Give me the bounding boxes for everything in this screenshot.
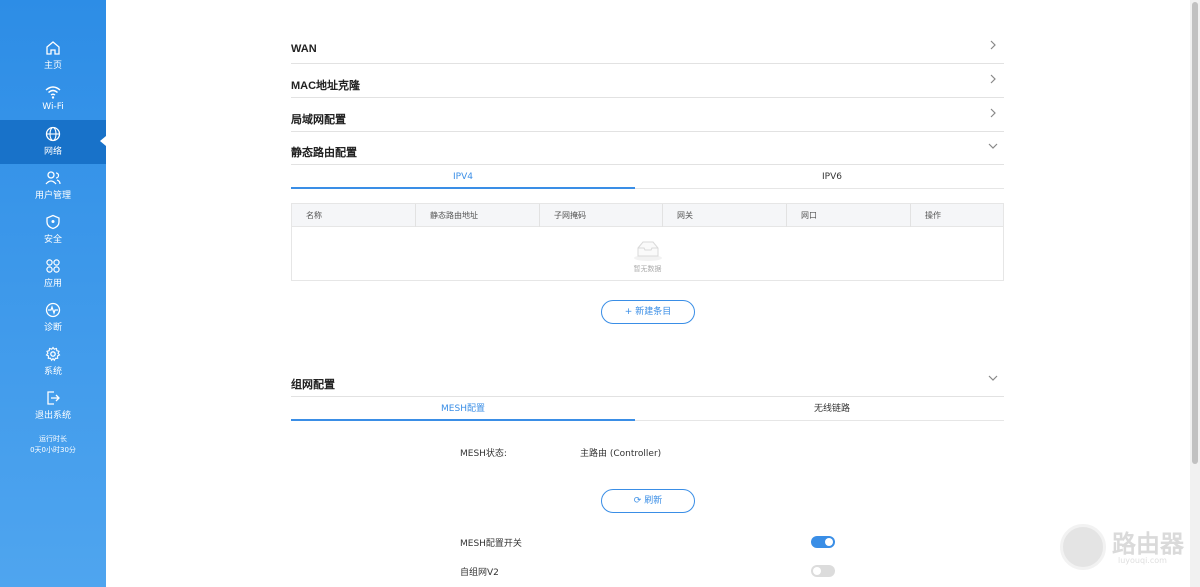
section-static-route[interactable]: 静态路由配置 <box>291 131 1004 165</box>
mesh-v2-toggle[interactable] <box>811 565 835 577</box>
tab-mesh-config[interactable]: MESH配置 <box>291 397 635 421</box>
column-header-route-address: 静态路由地址 <box>416 204 540 227</box>
empty-box-icon <box>633 241 662 261</box>
uptime-label: 运行时长 <box>39 435 67 443</box>
sidebar-item-label: 安全 <box>43 235 62 245</box>
mesh-status-label: MESH状态: <box>460 449 507 459</box>
section-title: MAC地址克隆 <box>291 79 361 92</box>
tab-wireless-link[interactable]: 无线链路 <box>660 397 1004 421</box>
toggle-knob <box>813 567 821 575</box>
sidebar-item-diagnostics[interactable]: 诊断 <box>0 296 106 340</box>
watermark-title: 路由器 <box>1112 530 1184 558</box>
sidebar-item-home[interactable]: 主页 <box>0 34 106 78</box>
sidebar-item-logout[interactable]: 退出系统 <box>0 384 106 428</box>
mesh-switch-label: MESH配置开关 <box>460 539 522 549</box>
sidebar-item-wifi[interactable]: Wi-Fi <box>0 78 106 122</box>
sidebar-item-label: 主页 <box>43 61 62 71</box>
tab-ipv4[interactable]: IPV4 <box>291 165 635 189</box>
chevron-down-icon <box>988 375 998 381</box>
sidebar-item-security[interactable]: 安全 <box>0 208 106 252</box>
refresh-icon: ⟳ <box>633 496 645 506</box>
wifi-icon <box>45 86 61 99</box>
mesh-status-value: 主路由 (Controller) <box>580 449 662 459</box>
refresh-label: 刷新 <box>644 496 663 506</box>
globe-icon <box>45 126 61 142</box>
uptime: 运行时长 0天0小时30分 <box>0 434 106 456</box>
section-mesh-network[interactable]: 组网配置 <box>291 363 1004 397</box>
empty-text: 暂无数据 <box>633 265 662 273</box>
sidebar-item-apps[interactable]: 应用 <box>0 252 106 296</box>
table-header: 名称 静态路由地址 子网掩码 网关 网口 操作 <box>292 204 1003 227</box>
mesh-v2-label: 自组网V2 <box>460 568 499 578</box>
sidebar-item-label: Wi-Fi <box>42 102 64 112</box>
logout-icon <box>47 391 60 405</box>
sidebar-item-system[interactable]: 系统 <box>0 340 106 384</box>
section-wan[interactable]: WAN <box>291 30 1004 64</box>
refresh-button[interactable]: ⟳ 刷新 <box>601 489 695 513</box>
sidebar-item-label: 退出系统 <box>34 411 71 421</box>
sidebar-item-label: 用户管理 <box>34 191 71 201</box>
sidebar-item-label: 应用 <box>43 279 62 289</box>
watermark: 路由器 luyouqi.com <box>1060 522 1190 572</box>
sidebar-item-network[interactable]: 网络 <box>0 120 106 164</box>
uptime-value: 0天0小时30分 <box>30 446 76 454</box>
users-icon <box>45 171 61 185</box>
section-title: 静态路由配置 <box>291 146 357 159</box>
add-entry-label: 新建条目 <box>635 307 672 317</box>
watermark-subtitle: luyouqi.com <box>1118 556 1167 565</box>
sidebar: 主页 Wi-Fi 网络 用户管理 安全 应用 诊断 系统 退出系统 运行时长 0… <box>0 0 106 587</box>
column-header-port: 网口 <box>787 204 911 227</box>
shield-icon <box>46 214 60 230</box>
column-header-gateway: 网关 <box>663 204 787 227</box>
chevron-right-icon <box>990 74 996 84</box>
sidebar-item-label: 诊断 <box>43 323 62 333</box>
tab-ipv6[interactable]: IPV6 <box>660 165 1004 189</box>
add-entry-button[interactable]: + 新建条目 <box>601 300 695 324</box>
route-table: 名称 静态路由地址 子网掩码 网关 网口 操作 暂无数据 <box>291 203 1004 281</box>
router-logo-icon <box>1060 524 1106 570</box>
page-scrollbar[interactable] <box>1190 0 1200 587</box>
plus-icon: + <box>624 307 636 317</box>
sidebar-item-label: 网络 <box>43 147 62 157</box>
section-mac-clone[interactable]: MAC地址克隆 <box>291 64 1004 98</box>
home-icon <box>46 41 60 55</box>
section-title: 局域网配置 <box>291 113 346 126</box>
section-title: WAN <box>291 42 317 55</box>
column-header-subnet-mask: 子网掩码 <box>540 204 663 227</box>
apps-icon <box>46 259 60 273</box>
gear-icon <box>45 346 61 362</box>
chevron-right-icon <box>990 108 996 118</box>
sidebar-item-label: 系统 <box>43 367 62 377</box>
sidebar-item-users[interactable]: 用户管理 <box>0 164 106 208</box>
chevron-down-icon <box>988 143 998 149</box>
column-header-actions: 操作 <box>925 211 941 220</box>
active-indicator <box>100 136 106 146</box>
scrollbar-thumb[interactable] <box>1192 2 1198 464</box>
empty-state: 暂无数据 <box>292 238 1003 274</box>
section-title: 组网配置 <box>291 378 335 391</box>
chevron-right-icon <box>990 40 996 50</box>
route-tabs: IPV4 IPV6 <box>291 165 1004 189</box>
section-lan-config[interactable]: 局域网配置 <box>291 98 1004 132</box>
toggle-knob <box>825 538 833 546</box>
pulse-icon <box>45 302 61 318</box>
mesh-config-toggle[interactable] <box>811 536 835 548</box>
mesh-tabs: MESH配置 无线链路 <box>291 397 1004 421</box>
column-header-name: 名称 <box>292 204 416 227</box>
